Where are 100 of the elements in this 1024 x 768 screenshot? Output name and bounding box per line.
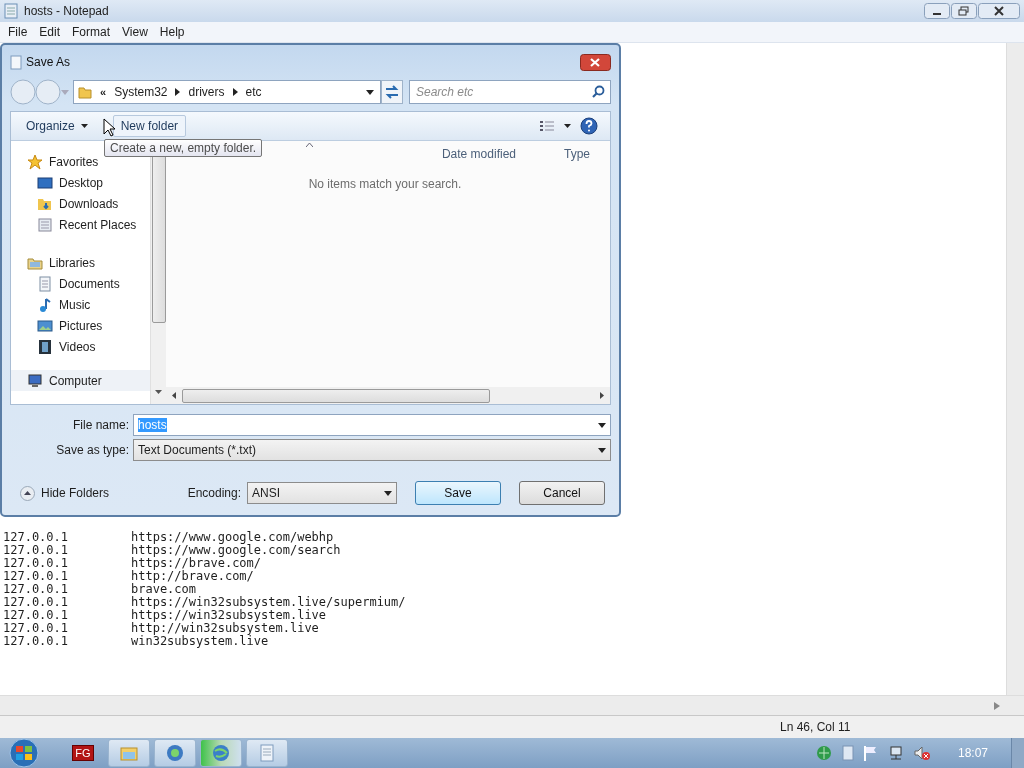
nav-item[interactable]: Computer — [11, 370, 150, 391]
refresh-button[interactable] — [381, 80, 403, 104]
text-line: 127.0.0.1 — [3, 557, 70, 570]
nav-item[interactable]: Pictures — [11, 315, 150, 336]
chevron-right-icon — [175, 88, 181, 96]
tooltip: Create a new, empty folder. — [104, 139, 263, 157]
menu-item[interactable]: Format — [66, 25, 117, 39]
desktop-icon — [37, 174, 53, 191]
search-icon — [592, 85, 605, 98]
document-icon — [841, 745, 854, 761]
taskbar-button[interactable] — [246, 739, 288, 767]
network-globe-icon — [814, 745, 833, 761]
save-button[interactable]: Save — [415, 481, 501, 505]
scroll-right-icon — [994, 701, 1000, 710]
notepad-icon — [257, 743, 277, 763]
star-icon — [27, 153, 43, 170]
documents-icon — [37, 275, 53, 292]
recent-places-icon — [37, 216, 53, 233]
search-field[interactable]: Search etc — [409, 80, 611, 104]
dropdown-caret-icon — [80, 124, 88, 128]
scroll-left-icon — [172, 392, 176, 399]
taskbar-button[interactable]: FG — [62, 739, 104, 767]
text-line: https://brave.com/ — [131, 557, 262, 570]
text-line: https://www.google.com/search — [131, 544, 341, 557]
nav-item[interactable]: Downloads — [11, 193, 150, 214]
organize-button[interactable]: Organize — [19, 116, 95, 136]
text-line: 127.0.0.1 — [3, 635, 70, 648]
help-icon[interactable] — [580, 117, 598, 135]
field-label: Save as type: — [55, 443, 129, 457]
text-line: 127.0.0.1 — [3, 609, 70, 622]
dropdown-caret-icon — [598, 447, 606, 453]
forward-button[interactable] — [35, 79, 61, 105]
window-title: hosts - Notepad — [24, 4, 109, 18]
breadcrumb-item[interactable]: System32 — [114, 85, 168, 99]
horizontal-scrollbar[interactable] — [0, 695, 1024, 715]
scroll-right-icon — [600, 392, 604, 399]
overflow-chevron[interactable]: « — [100, 86, 107, 98]
dropdown-caret-icon — [598, 422, 606, 428]
nav-item[interactable]: Documents — [11, 273, 150, 294]
taskbar-button[interactable] — [108, 739, 150, 767]
show-desktop-button[interactable] — [1011, 738, 1024, 768]
menu-item[interactable]: Help — [153, 25, 191, 39]
close-button[interactable] — [580, 53, 611, 71]
breadcrumb-item[interactable]: etc — [245, 85, 262, 99]
menu-item[interactable]: File — [2, 25, 34, 39]
text-line: 127.0.0.1 — [3, 570, 70, 583]
film-icon — [37, 338, 53, 355]
folder-icon — [78, 85, 92, 99]
notepad-icon — [4, 3, 18, 19]
muted-speaker-icon — [912, 745, 931, 761]
file-type-dropdown[interactable]: Text Documents (*.txt) — [133, 439, 611, 461]
dialog-title: Save As — [26, 55, 71, 69]
vertical-scrollbar[interactable] — [1006, 43, 1024, 695]
nav-item[interactable]: Recent Places — [11, 214, 150, 235]
text-line: http://brave.com/ — [131, 570, 254, 583]
mouse-cursor-icon — [103, 118, 115, 137]
collapse-up-icon — [20, 485, 35, 501]
new-folder-button[interactable]: New folder — [112, 115, 187, 137]
chevron-right-icon — [232, 88, 238, 96]
scroll-thumb[interactable] — [182, 388, 490, 403]
nav-item[interactable]: Desktop — [11, 172, 150, 193]
column-header[interactable]: Date modified — [441, 147, 516, 163]
taskbar-button[interactable] — [200, 739, 242, 767]
field-label: Encoding: — [187, 486, 241, 500]
breadcrumb-item[interactable]: drivers — [188, 85, 225, 99]
text-line: 127.0.0.1 — [3, 544, 70, 557]
horizontal-scrollbar[interactable] — [166, 387, 610, 404]
taskbar-button[interactable] — [154, 739, 196, 767]
hide-folders-button[interactable]: Hide Folders — [20, 485, 110, 501]
menu-item[interactable]: Edit — [33, 25, 67, 39]
text-line: 127.0.0.1 — [3, 583, 70, 596]
media-player-icon — [165, 743, 185, 763]
back-button[interactable] — [10, 79, 36, 105]
scroll-down-icon — [155, 390, 162, 394]
text-line: https://win32subsystem.live — [131, 609, 327, 622]
nav-item[interactable]: Music — [11, 294, 150, 315]
music-note-icon — [37, 296, 53, 313]
restore-button[interactable] — [951, 3, 977, 19]
clock-text: 18:07 — [957, 746, 988, 760]
close-button[interactable] — [978, 3, 1020, 19]
text-line: https://win32subsystem.live/supermium/ — [131, 596, 406, 609]
text-line: 127.0.0.1 — [3, 596, 70, 609]
text-line: http://win32subsystem.live — [131, 622, 319, 635]
encoding-dropdown[interactable]: ANSI — [247, 482, 397, 504]
menu-item[interactable]: View — [116, 25, 154, 39]
cancel-button[interactable]: Cancel — [519, 481, 605, 505]
address-bar[interactable]: « System32 drivers etc — [73, 80, 381, 104]
minimize-button[interactable] — [924, 3, 950, 19]
text-line: win32subsystem.live — [131, 635, 269, 648]
app-logo: FG — [72, 745, 94, 761]
pictures-icon — [37, 317, 53, 334]
dropdown-caret-icon — [384, 490, 392, 496]
recent-pages-caret-icon — [61, 88, 69, 96]
text-line: brave.com — [131, 583, 197, 596]
column-header[interactable]: Type — [564, 147, 590, 163]
nav-item[interactable]: Videos — [11, 336, 150, 357]
network-icon — [887, 745, 904, 761]
text-line: 127.0.0.1 — [3, 622, 70, 635]
view-options-icon[interactable] — [538, 119, 572, 133]
nav-item[interactable]: Libraries — [11, 252, 150, 273]
